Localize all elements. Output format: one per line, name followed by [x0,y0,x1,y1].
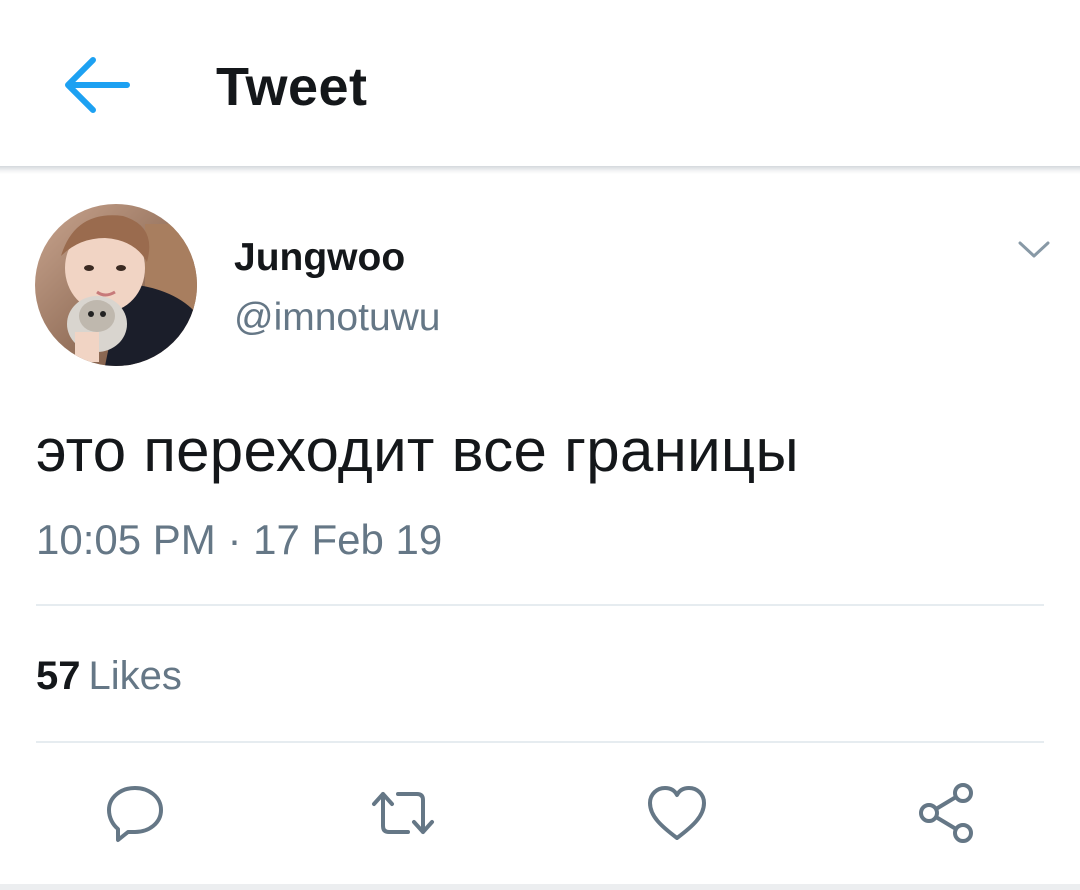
like-button[interactable] [642,778,712,848]
chevron-down-icon [1018,241,1050,258]
tweet-date: 17 Feb 19 [253,516,443,563]
back-button[interactable] [58,50,134,120]
likes-count: 57 [36,654,81,698]
author-handle[interactable]: @imnotuwu [234,296,441,340]
tweet-menu-button[interactable] [1012,232,1056,268]
top-bar: Tweet [0,0,1080,168]
likes-label: Likes [88,654,182,698]
reply-icon [107,786,163,842]
top-bar-shadow [0,166,1080,174]
author-display-name[interactable]: Jungwoo [234,236,405,280]
user-avatar-icon [35,204,197,366]
tweet-text: это переходит все границы [36,417,799,484]
avatar[interactable] [35,204,197,366]
page-title: Tweet [216,57,368,117]
retweet-icon [372,792,434,834]
share-icon [919,783,973,843]
heart-icon [648,786,706,840]
tweet-timestamp: 10:05 PM · 17 Feb 19 [36,516,442,564]
meta-separator: · [227,516,242,563]
divider [36,604,1044,606]
share-button[interactable] [912,778,982,848]
retweet-button[interactable] [368,778,438,848]
arrow-left-icon [65,57,130,113]
reply-button[interactable] [100,778,170,848]
tweet-time: 10:05 PM [36,516,216,563]
divider [36,741,1044,743]
bottom-edge [0,884,1080,890]
likes-stat[interactable]: 57 Likes [36,654,182,699]
